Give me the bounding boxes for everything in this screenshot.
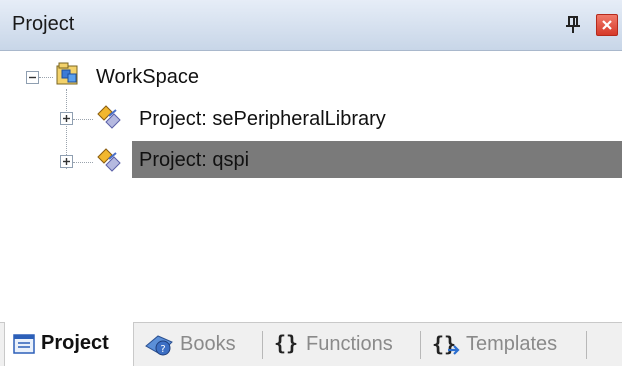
tab-label: Project	[41, 332, 109, 354]
project-tree: WorkSpace Project: sePeripheralLibrary P…	[0, 51, 622, 321]
close-icon	[602, 20, 612, 30]
project-icon	[94, 102, 122, 130]
tab-functions[interactable]: {} Functions	[266, 323, 416, 366]
tree-node-label: Project: qspi	[139, 149, 250, 171]
close-button[interactable]	[596, 14, 618, 36]
templates-icon: {}	[432, 331, 462, 362]
panel-title: Project	[12, 13, 75, 35]
tab-project[interactable]: Project	[4, 322, 134, 366]
tab-separator	[262, 331, 263, 359]
tree-node-label: Project: sePeripheralLibrary	[139, 108, 386, 130]
tab-label: Templates	[466, 333, 558, 355]
tree-connector	[73, 162, 93, 163]
tab-label: Books	[180, 333, 236, 355]
expand-icon[interactable]	[60, 155, 73, 168]
tab-books[interactable]: ? Books	[136, 323, 256, 366]
svg-text:{}: {}	[432, 332, 456, 356]
books-icon: ?	[144, 332, 174, 363]
functions-icon: {}	[274, 331, 299, 355]
tree-connector	[39, 77, 53, 78]
panel-titlebar: Project	[0, 0, 622, 51]
project-icon	[94, 145, 122, 173]
panel-tab-bar: Project ? Books {} Functions {} Template…	[0, 322, 622, 366]
project-tab-icon	[13, 333, 35, 360]
tab-label: Functions	[306, 333, 393, 355]
tab-separator	[586, 331, 587, 359]
tab-separator	[420, 331, 421, 359]
tab-templates[interactable]: {} Templates	[424, 323, 584, 366]
collapse-icon[interactable]	[26, 71, 39, 84]
svg-text:?: ?	[160, 344, 165, 355]
pin-icon[interactable]	[562, 14, 584, 36]
workspace-icon	[54, 60, 82, 88]
expand-icon[interactable]	[60, 112, 73, 125]
tree-node-label: WorkSpace	[96, 66, 200, 88]
tree-connector	[73, 119, 93, 120]
